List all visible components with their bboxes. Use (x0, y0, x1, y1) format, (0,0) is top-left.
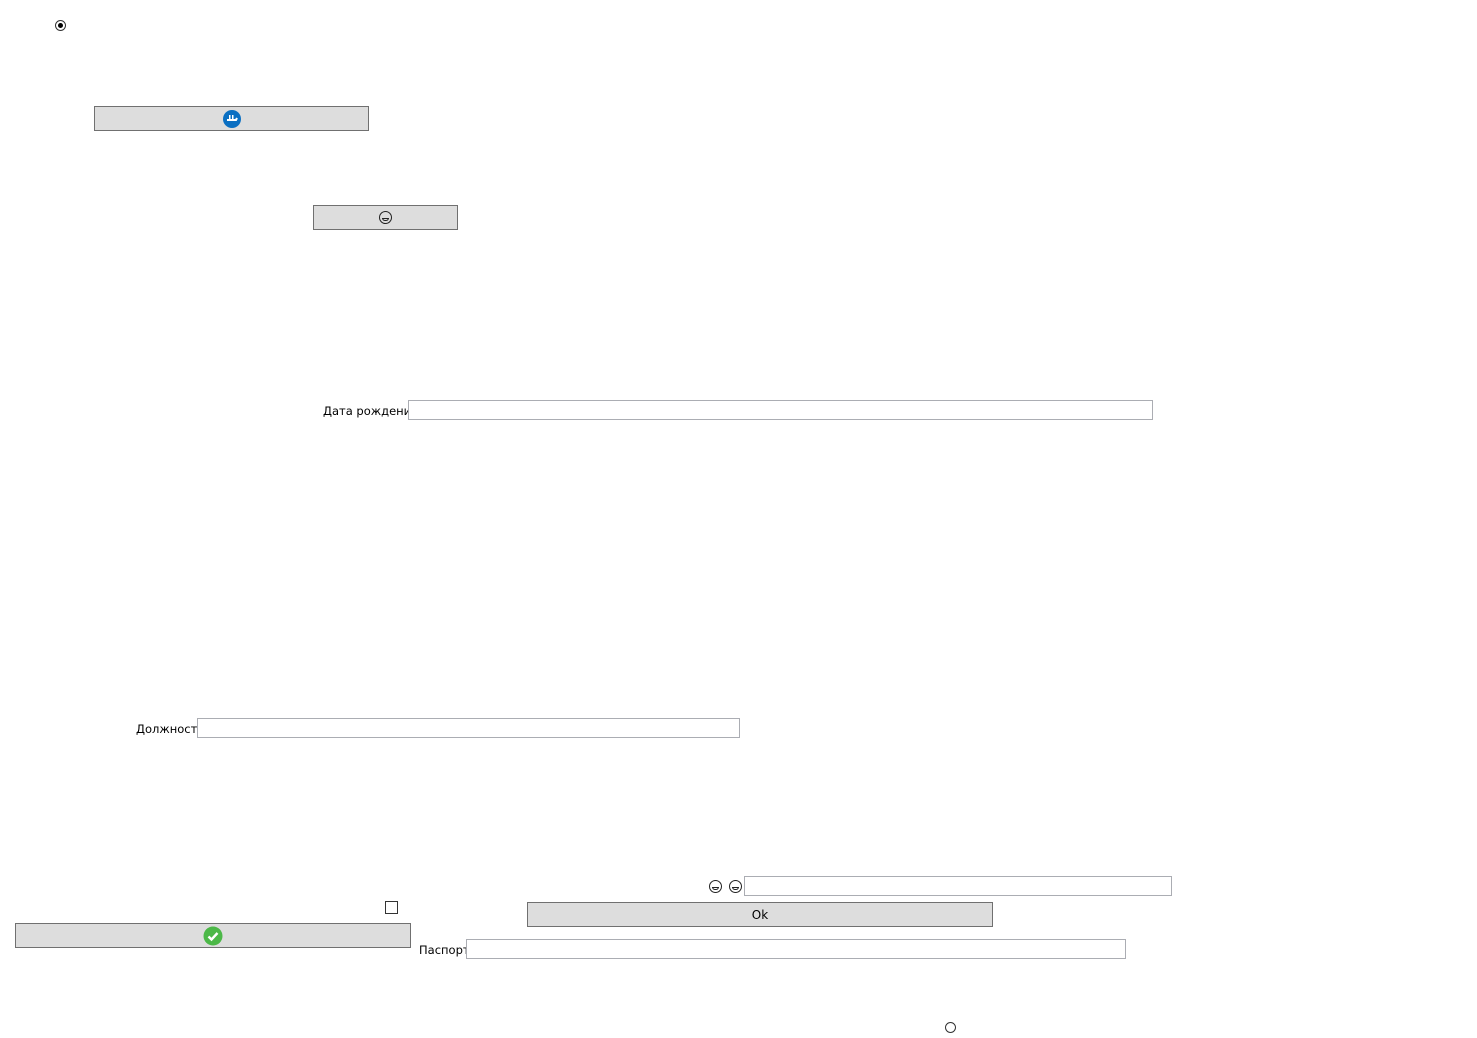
position-label: Должность (136, 722, 205, 736)
check-circle-icon (203, 926, 223, 945)
position-input[interactable] (197, 718, 740, 738)
checkbox[interactable] (385, 901, 398, 914)
emoji-button[interactable] (313, 205, 458, 230)
laughing-emoji-icon (709, 880, 722, 896)
birth-date-input[interactable] (408, 400, 1153, 420)
birth-date-label: Дата рождения (323, 404, 419, 418)
ok-button[interactable]: Ok (527, 902, 993, 927)
refresh-button[interactable] (94, 106, 369, 131)
passport-input[interactable] (466, 939, 1126, 959)
grinning-emoji-icon (729, 880, 742, 896)
radio-button-unchecked[interactable] (945, 1022, 956, 1033)
laughing-emoji-icon (379, 211, 392, 224)
refresh-icon (222, 109, 241, 128)
confirm-button[interactable] (15, 923, 411, 948)
radio-button-checked[interactable] (55, 20, 66, 31)
ok-button-label: Ok (751, 907, 769, 922)
passport-label: Паспорт (419, 943, 470, 957)
emoji-input[interactable] (744, 876, 1172, 896)
